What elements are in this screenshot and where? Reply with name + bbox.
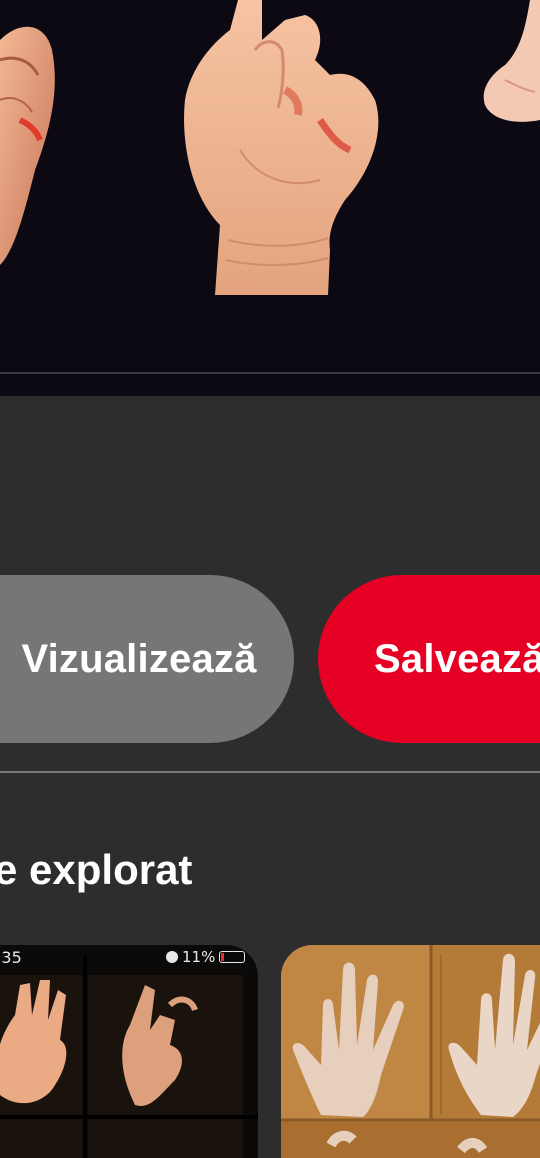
pin-thumbnail <box>281 945 540 1158</box>
visit-button[interactable]: Vizualizează <box>0 575 294 743</box>
hands-illustration <box>0 0 540 295</box>
pin-status-time: :35 <box>0 948 22 967</box>
explore-section-title: e explorat <box>0 846 193 893</box>
save-button-label: Salvează <box>374 636 540 681</box>
alarm-icon <box>166 951 178 963</box>
pin-detail-page: Vizualizează Salvează e explorat :35 11% <box>0 0 540 1158</box>
pin-status-indicators: 11% <box>166 948 246 966</box>
visit-button-label: Vizualizează <box>21 636 257 681</box>
related-pin-card[interactable] <box>281 945 540 1158</box>
hero-divider <box>0 372 540 374</box>
battery-icon <box>219 951 246 963</box>
section-divider <box>0 771 540 773</box>
pin-thumbnail <box>0 945 258 1158</box>
related-pin-card[interactable]: :35 11% <box>0 945 258 1158</box>
pin-status-battery: 11% <box>182 948 216 966</box>
pin-hero-image[interactable] <box>0 0 540 396</box>
save-button[interactable]: Salvează <box>318 575 540 743</box>
